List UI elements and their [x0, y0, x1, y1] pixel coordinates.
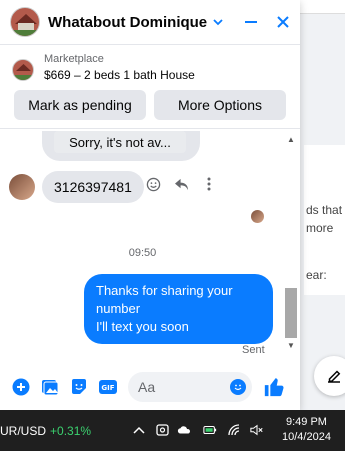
- message-composer: GIF: [0, 363, 300, 410]
- seen-indicator-avatar: [251, 210, 264, 223]
- sticker-icon: [72, 378, 86, 394]
- scroll-thumb[interactable]: [285, 288, 297, 338]
- message-scrollbar[interactable]: ▲ ▼: [284, 131, 298, 359]
- react-button[interactable]: [145, 176, 161, 192]
- volume-tray-icon[interactable]: [250, 423, 264, 437]
- gif-button[interactable]: GIF: [97, 376, 119, 398]
- scroll-up-arrow-icon[interactable]: ▲: [287, 135, 295, 144]
- minimize-icon: [245, 21, 257, 23]
- cloud-icon: [177, 426, 191, 434]
- like-button[interactable]: [262, 375, 286, 399]
- listing-actions: Mark as pending More Options: [0, 82, 300, 129]
- message-list: Sorry, it's not av... 3126397481 09:50 T…: [0, 131, 300, 363]
- chat-window: Whatabout Dominique Marketplace $669 – 2…: [0, 0, 300, 410]
- network-tray-icon[interactable]: [228, 423, 242, 437]
- battery-tray-icon[interactable]: [203, 423, 217, 437]
- stock-ticker-widget[interactable]: UR/USD +0.31%: [0, 424, 91, 438]
- outgoing-message[interactable]: Thanks for sharing your number I'll text…: [84, 274, 273, 344]
- more-actions-button[interactable]: [10, 376, 32, 398]
- attach-photo-button[interactable]: [39, 376, 61, 398]
- close-button[interactable]: [274, 13, 292, 31]
- sent-status: Sent: [242, 344, 265, 356]
- close-icon: [277, 16, 289, 28]
- chat-header: Whatabout Dominique: [0, 0, 300, 45]
- emoji-icon: [234, 384, 242, 390]
- header-actions: [242, 13, 292, 31]
- onedrive-tray-icon[interactable]: [177, 423, 191, 437]
- wifi-icon: [228, 424, 240, 436]
- outgoing-line-2: I'll text you soon: [96, 319, 189, 334]
- clock-time: 9:49 PM: [285, 416, 327, 428]
- system-clock[interactable]: 9:49 PM 10/4/2024: [282, 415, 331, 445]
- smiley-icon: [146, 177, 160, 191]
- taskbar: UR/USD +0.31% 9:49 PM 10/4/2024: [0, 410, 345, 451]
- message-tools: [145, 176, 217, 192]
- plus-circle-icon: [12, 378, 30, 395]
- listing-thumbnail: [12, 59, 34, 81]
- message-timestamp: 09:50: [128, 247, 157, 259]
- gif-icon: GIF: [99, 379, 117, 394]
- contact-name-button[interactable]: Whatabout Dominique: [48, 14, 223, 31]
- minimize-button[interactable]: [242, 13, 260, 31]
- message-input[interactable]: [138, 378, 223, 395]
- clock-date: 10/4/2024: [282, 431, 331, 443]
- listing-category: Marketplace: [44, 53, 104, 65]
- compose-icon: [328, 370, 341, 383]
- background-top-strip: [300, 0, 345, 14]
- show-hidden-icons-button[interactable]: [132, 423, 146, 437]
- chevron-up-icon: [133, 426, 145, 434]
- background-text-1: ds that: [306, 203, 343, 217]
- reply-icon: [174, 178, 188, 190]
- currency-pair: UR/USD: [0, 424, 47, 438]
- listing-info[interactable]: Marketplace $669 – 2 beds 1 bath House: [0, 45, 300, 82]
- camera-icon: [155, 424, 169, 436]
- contact-avatar[interactable]: [10, 7, 40, 37]
- message-input-wrapper: [128, 371, 252, 402]
- chevron-down-icon: [213, 15, 223, 29]
- incoming-message[interactable]: 3126397481: [42, 171, 144, 203]
- more-dots-icon: [207, 177, 211, 191]
- photo-icon: [42, 379, 59, 395]
- outgoing-line-1: Thanks for sharing your number: [96, 283, 233, 316]
- thumbs-up-icon: [264, 377, 284, 396]
- reply-button[interactable]: [173, 176, 189, 192]
- sticker-button[interactable]: [68, 376, 90, 398]
- camera-tray-icon[interactable]: [155, 423, 169, 437]
- listing-description: $669 – 2 beds 1 bath House: [44, 68, 195, 82]
- emoji-button[interactable]: [230, 378, 246, 395]
- contact-name: Whatabout Dominique: [48, 13, 208, 31]
- mark-as-pending-button[interactable]: Mark as pending: [14, 90, 146, 120]
- background-text-2: more: [306, 221, 334, 235]
- scroll-down-arrow-icon[interactable]: ▼: [287, 341, 295, 350]
- sender-avatar[interactable]: [9, 174, 35, 200]
- more-options-button[interactable]: More Options: [154, 90, 286, 120]
- quoted-message[interactable]: Sorry, it's not av...: [54, 131, 186, 153]
- more-button[interactable]: [201, 176, 217, 192]
- currency-change: +0.31%: [50, 424, 92, 438]
- svg-text:GIF: GIF: [101, 384, 114, 392]
- battery-icon: [203, 425, 217, 435]
- background-text-3: ear:: [306, 268, 327, 282]
- speaker-muted-icon: [250, 424, 263, 436]
